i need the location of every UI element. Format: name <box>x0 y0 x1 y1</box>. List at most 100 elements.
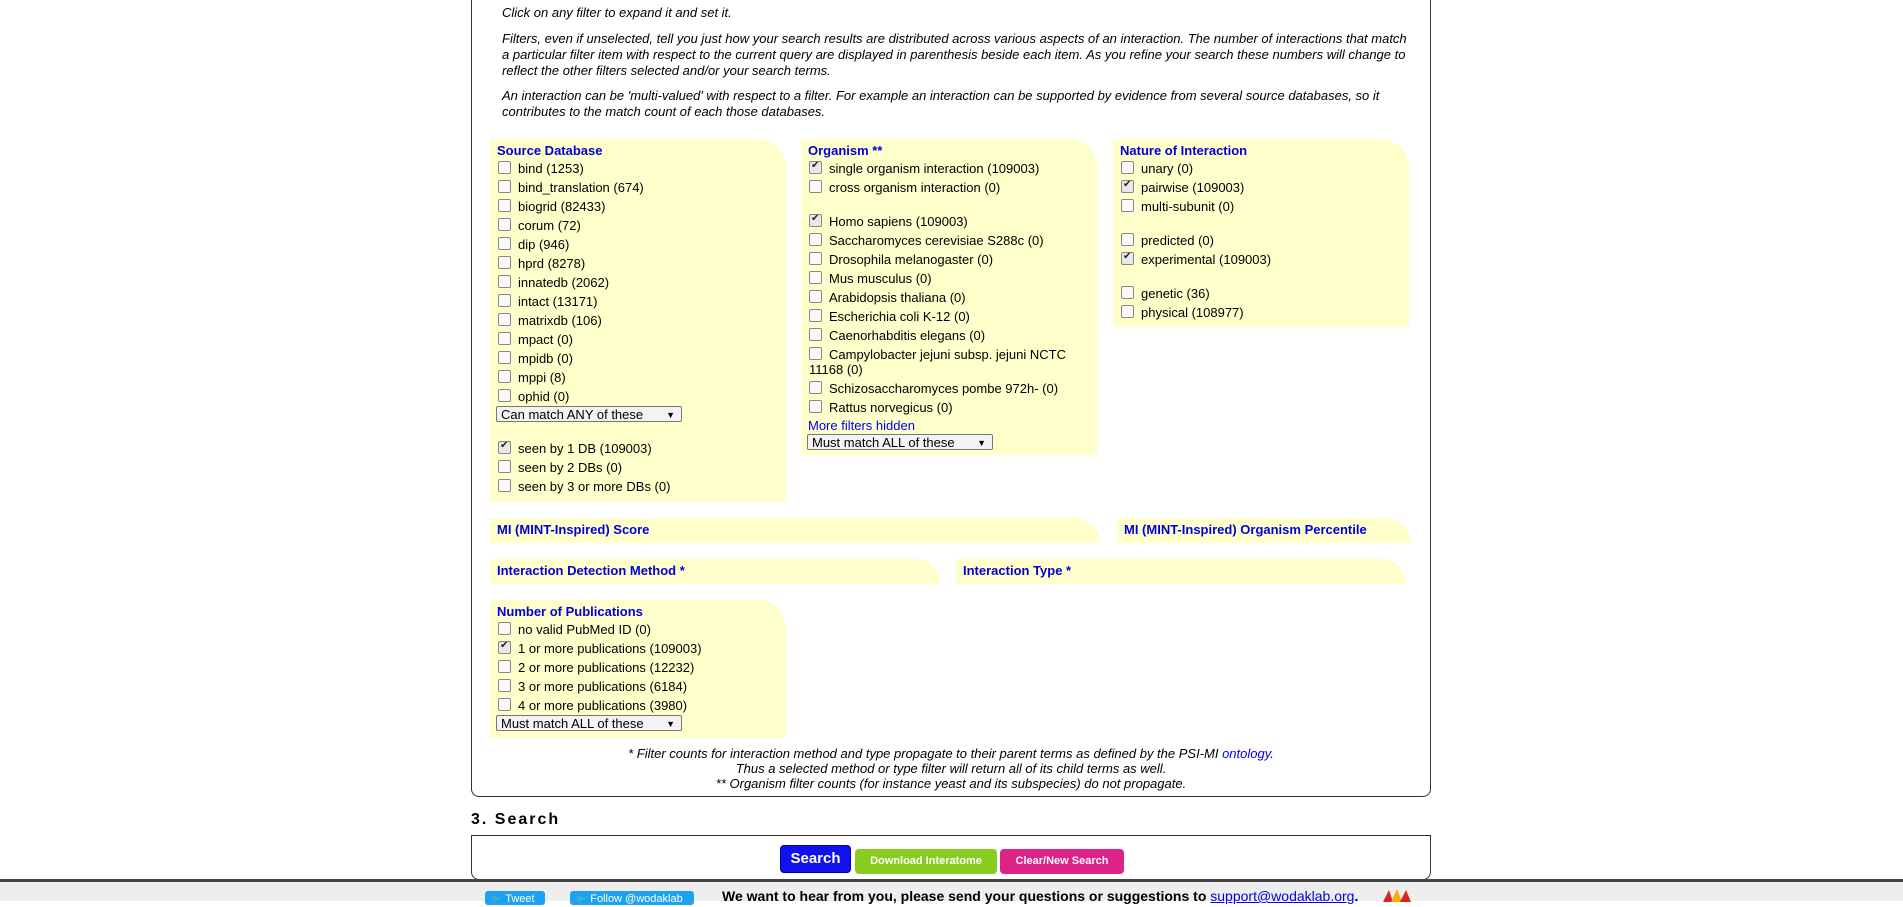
checkbox[interactable] <box>498 332 511 345</box>
filter-item[interactable]: corum (72) <box>490 216 786 235</box>
nature-of-interaction-title[interactable]: Nature of Interaction <box>1113 139 1409 159</box>
checkbox-checked[interactable] <box>809 158 822 174</box>
checkbox[interactable] <box>1121 305 1134 318</box>
filter-item[interactable]: mpidb (0) <box>490 349 786 368</box>
checkbox-checked[interactable] <box>809 211 822 227</box>
filter-item[interactable]: single organism interaction (109003) <box>801 158 1097 178</box>
checkbox[interactable] <box>809 309 822 322</box>
filter-item[interactable]: biogrid (82433) <box>490 197 786 216</box>
filter-item[interactable]: intact (13171) <box>490 292 786 311</box>
interaction-type-title[interactable]: Interaction Type * <box>956 559 1406 579</box>
filter-item[interactable]: 4 or more publications (3980) <box>490 696 786 715</box>
mi-score-title[interactable]: MI (MINT-Inspired) Score <box>490 518 1100 538</box>
filter-item[interactable]: bind_translation (674) <box>490 178 786 197</box>
filter-item[interactable]: predicted (0) <box>1113 231 1409 250</box>
filter-item[interactable]: experimental (109003) <box>1113 249 1409 269</box>
checkbox[interactable] <box>498 294 511 307</box>
checkbox[interactable] <box>809 347 822 360</box>
filter-item[interactable]: mpact (0) <box>490 330 786 349</box>
source-database-match-select[interactable]: Can match ANY of these ▼ <box>496 406 682 422</box>
filter-item[interactable]: Arabidopsis thaliana (0) <box>801 288 1097 307</box>
filter-item[interactable]: mppi (8) <box>490 368 786 387</box>
more-filters-hidden-link[interactable]: More filters hidden <box>801 417 1097 434</box>
checkbox[interactable] <box>498 389 511 402</box>
checkbox[interactable] <box>1121 161 1134 174</box>
checkbox[interactable] <box>498 479 511 492</box>
filter-item[interactable]: cross organism interaction (0) <box>801 178 1097 197</box>
checkbox[interactable] <box>498 218 511 231</box>
filter-item[interactable]: seen by 2 DBs (0) <box>490 458 786 477</box>
search-button[interactable]: Search <box>780 845 851 873</box>
checkbox[interactable] <box>809 400 822 413</box>
filter-item[interactable]: 3 or more publications (6184) <box>490 677 786 696</box>
filter-item[interactable]: genetic (36) <box>1113 284 1409 303</box>
checkbox[interactable] <box>498 622 511 635</box>
checkbox[interactable] <box>498 351 511 364</box>
filter-item[interactable]: bind (1253) <box>490 159 786 178</box>
organism-title[interactable]: Organism ** <box>801 139 1097 159</box>
checkbox[interactable] <box>809 180 822 193</box>
filter-item[interactable]: Homo sapiens (109003) <box>801 211 1097 231</box>
filter-item[interactable]: Schizosaccharomyces pombe 972h- (0) <box>801 379 1097 398</box>
checkbox[interactable] <box>498 313 511 326</box>
filter-item[interactable]: Saccharomyces cerevisiae S288c (0) <box>801 231 1097 250</box>
checkbox-checked[interactable] <box>498 638 511 654</box>
organism-match-select[interactable]: Must match ALL of these ▼ <box>807 434 993 450</box>
filter-item[interactable]: Escherichia coli K-12 (0) <box>801 307 1097 326</box>
filter-item[interactable]: innatedb (2062) <box>490 273 786 292</box>
checkbox[interactable] <box>809 290 822 303</box>
checkbox[interactable] <box>809 233 822 246</box>
filter-item[interactable]: ophid (0) <box>490 387 786 406</box>
checkbox[interactable] <box>498 370 511 383</box>
checkbox-checked[interactable] <box>1121 249 1134 265</box>
checkbox[interactable] <box>809 271 822 284</box>
checkbox[interactable] <box>1121 233 1134 246</box>
download-interatome-button[interactable]: Download Interatome <box>855 849 997 874</box>
checkbox-checked[interactable] <box>498 438 511 454</box>
mi-percentile-title[interactable]: MI (MINT-Inspired) Organism Percentile <box>1117 518 1411 538</box>
checkbox[interactable] <box>498 256 511 269</box>
checkbox[interactable] <box>498 460 511 473</box>
filter-item[interactable]: Caenorhabditis elegans (0) <box>801 326 1097 345</box>
filter-item[interactable]: Rattus norvegicus (0) <box>801 398 1097 417</box>
source-database-title[interactable]: Source Database <box>490 139 786 159</box>
filter-item[interactable]: 1 or more publications (109003) <box>490 638 786 658</box>
filter-item[interactable]: 2 or more publications (12232) <box>490 658 786 677</box>
filter-item[interactable]: no valid PubMed ID (0) <box>490 620 786 639</box>
checkbox[interactable] <box>1121 199 1134 212</box>
checkbox[interactable] <box>498 698 511 711</box>
follow-button[interactable]: 🐦 Follow @wodaklab <box>570 891 694 905</box>
filter-item[interactable]: matrixdb (106) <box>490 311 786 330</box>
filter-item[interactable]: Mus musculus (0) <box>801 269 1097 288</box>
filter-item[interactable]: seen by 1 DB (109003) <box>490 438 786 458</box>
filter-item[interactable]: unary (0) <box>1113 159 1409 178</box>
checkbox[interactable] <box>809 328 822 341</box>
filter-item[interactable]: seen by 3 or more DBs (0) <box>490 477 786 496</box>
checkbox[interactable] <box>809 381 822 394</box>
filter-item[interactable]: dip (946) <box>490 235 786 254</box>
checkbox[interactable] <box>498 199 511 212</box>
clear-new-search-button[interactable]: Clear/New Search <box>1000 849 1124 874</box>
checkbox[interactable] <box>809 252 822 265</box>
filter-item[interactable]: multi-subunit (0) <box>1113 197 1409 216</box>
checkbox[interactable] <box>498 660 511 673</box>
tweet-button[interactable]: 🐦 Tweet <box>485 891 545 905</box>
detection-method-title[interactable]: Interaction Detection Method * <box>490 559 940 579</box>
checkbox[interactable] <box>498 237 511 250</box>
publications-match-select[interactable]: Must match ALL of these ▼ <box>496 715 682 731</box>
filter-item[interactable]: Drosophila melanogaster (0) <box>801 250 1097 269</box>
checkbox[interactable] <box>498 275 511 288</box>
publications-title[interactable]: Number of Publications <box>490 600 786 620</box>
checkbox[interactable] <box>498 679 511 692</box>
cutoff-link-text[interactable] <box>748 0 1148 2</box>
checkbox-checked[interactable] <box>1121 177 1134 193</box>
checkbox[interactable] <box>1121 286 1134 299</box>
ontology-link[interactable]: ontology <box>1222 746 1270 761</box>
support-email-link[interactable]: support@wodaklab.org <box>1210 888 1354 904</box>
filter-item[interactable]: Campylobacter jejuni subsp. jejuni NCTC … <box>801 345 1097 379</box>
checkbox[interactable] <box>498 180 511 193</box>
checkbox[interactable] <box>498 161 511 174</box>
filter-item[interactable]: physical (108977) <box>1113 303 1409 322</box>
filter-item[interactable]: pairwise (109003) <box>1113 177 1409 197</box>
filter-item[interactable]: hprd (8278) <box>490 254 786 273</box>
